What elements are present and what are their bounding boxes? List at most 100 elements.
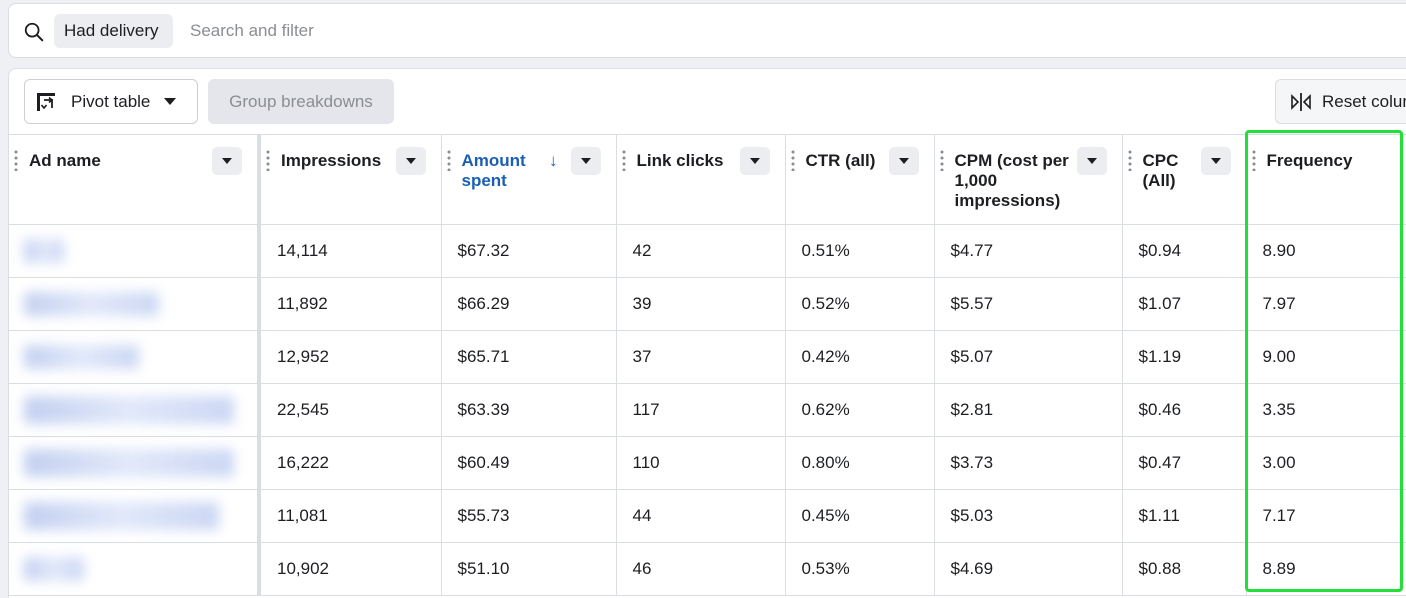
- column-header-amount-spent[interactable]: Amount spent ↓: [441, 134, 617, 225]
- column-label: Frequency: [1266, 151, 1353, 170]
- reset-columns-button[interactable]: Reset colum: [1275, 79, 1406, 124]
- ctr-cell: 0.62%: [785, 383, 935, 437]
- drag-handle-icon[interactable]: [621, 149, 626, 171]
- column-menu-button[interactable]: [739, 147, 770, 175]
- column-menu-button[interactable]: [888, 147, 919, 175]
- frequency-cell: 3.00: [1246, 436, 1406, 490]
- table-header-row: Ad name Impressions Amount spent ↓ Link: [9, 134, 1406, 225]
- cpm-cell: $4.77: [934, 224, 1123, 278]
- cpm-cell: $2.81: [934, 383, 1123, 437]
- frequency-cell: 7.17: [1246, 489, 1406, 543]
- cpc-cell: $0.94: [1122, 224, 1247, 278]
- amount-spent-cell: $60.49: [441, 436, 617, 490]
- amount-spent-cell: $65.71: [441, 330, 617, 384]
- impressions-cell: 10,902: [259, 542, 442, 596]
- cpc-cell: $1.07: [1122, 277, 1247, 331]
- column-menu-button[interactable]: [395, 147, 426, 175]
- search-input[interactable]: [190, 14, 890, 48]
- impressions-cell: 14,114: [259, 224, 442, 278]
- ad-name-cell-redacted[interactable]: [9, 277, 261, 331]
- link-clicks-cell: 110: [616, 436, 786, 490]
- impressions-cell: 11,892: [259, 277, 442, 331]
- ad-name-cell-redacted[interactable]: [9, 489, 261, 543]
- table-row[interactable]: 16,222 $60.49 110 0.80% $3.73 $0.47 3.00: [9, 436, 1406, 490]
- redacted-ad-name: [24, 345, 139, 369]
- sort-descending-icon[interactable]: ↓: [549, 151, 558, 171]
- column-label: Amount spent: [461, 151, 526, 190]
- ad-name-cell-redacted[interactable]: [9, 224, 261, 278]
- cpc-cell: $1.19: [1122, 330, 1247, 384]
- frequency-cell: 8.90: [1246, 224, 1406, 278]
- drag-handle-icon[interactable]: [14, 149, 18, 171]
- cpm-cell: $5.07: [934, 330, 1123, 384]
- table-row[interactable]: 14,114 $67.32 42 0.51% $4.77 $0.94 8.90: [9, 224, 1406, 278]
- search-icon[interactable]: [23, 21, 45, 43]
- column-header-link-clicks[interactable]: Link clicks: [616, 134, 786, 225]
- link-clicks-cell: 37: [616, 330, 786, 384]
- ctr-cell: 0.45%: [785, 489, 935, 543]
- column-header-ad-name[interactable]: Ad name: [9, 134, 261, 225]
- frequency-cell: 8.89: [1246, 542, 1406, 596]
- filter-chip-had-delivery[interactable]: Had delivery: [54, 14, 173, 48]
- link-clicks-cell: 46: [616, 542, 786, 596]
- table-row[interactable]: 11,892 $66.29 39 0.52% $5.57 $1.07 7.97: [9, 277, 1406, 331]
- ctr-cell: 0.53%: [785, 542, 935, 596]
- column-label: Ad name: [29, 151, 101, 170]
- column-menu-button[interactable]: [212, 147, 242, 175]
- search-bar: Had delivery: [8, 3, 1406, 58]
- ad-name-cell-redacted[interactable]: [9, 330, 261, 384]
- column-menu-button[interactable]: [1076, 147, 1107, 175]
- cpc-cell: $0.47: [1122, 436, 1247, 490]
- amount-spent-cell: $67.32: [441, 224, 617, 278]
- drag-handle-icon[interactable]: [1127, 149, 1132, 171]
- column-label: CPM (cost per 1,000 impressions): [954, 151, 1069, 210]
- column-label: Link clicks: [636, 151, 724, 170]
- reset-columns-icon: [1291, 92, 1311, 111]
- column-header-impressions[interactable]: Impressions: [259, 134, 442, 225]
- column-label: CPC (All): [1142, 151, 1179, 190]
- drag-handle-icon[interactable]: [266, 149, 270, 171]
- link-clicks-cell: 42: [616, 224, 786, 278]
- column-header-ctr[interactable]: CTR (all): [785, 134, 935, 225]
- redacted-ad-name: [24, 396, 234, 424]
- column-label: CTR (all): [805, 151, 876, 170]
- amount-spent-cell: $51.10: [441, 542, 617, 596]
- report-panel: Pivot table Group breakdowns Reset colum…: [8, 68, 1406, 598]
- redacted-ad-name: [24, 292, 159, 316]
- amount-spent-cell: $63.39: [441, 383, 617, 437]
- redacted-ad-name: [24, 449, 234, 477]
- ctr-cell: 0.51%: [785, 224, 935, 278]
- cpc-cell: $0.88: [1122, 542, 1247, 596]
- table-row[interactable]: 11,081 $55.73 44 0.45% $5.03 $1.11 7.17: [9, 489, 1406, 543]
- ad-name-cell-redacted[interactable]: [9, 542, 261, 596]
- cpm-cell: $3.73: [934, 436, 1123, 490]
- column-header-frequency[interactable]: Frequency: [1246, 134, 1406, 225]
- group-breakdowns-button[interactable]: Group breakdowns: [208, 79, 394, 124]
- column-header-cpm[interactable]: CPM (cost per 1,000 impressions): [934, 134, 1123, 225]
- pivot-table-button[interactable]: Pivot table: [24, 79, 198, 124]
- column-header-cpc[interactable]: CPC (All): [1122, 134, 1247, 225]
- drag-handle-icon[interactable]: [446, 149, 451, 171]
- amount-spent-cell: $66.29: [441, 277, 617, 331]
- ad-name-cell-redacted[interactable]: [9, 436, 261, 490]
- drag-handle-icon[interactable]: [1251, 149, 1256, 171]
- impressions-cell: 22,545: [259, 383, 442, 437]
- redacted-ad-name: [24, 557, 84, 581]
- pivot-table-icon: [37, 92, 55, 111]
- reset-columns-label: Reset colum: [1322, 91, 1406, 111]
- ctr-cell: 0.42%: [785, 330, 935, 384]
- column-menu-button[interactable]: [570, 147, 601, 175]
- table-row[interactable]: 12,952 $65.71 37 0.42% $5.07 $1.19 9.00: [9, 330, 1406, 384]
- ad-name-cell-redacted[interactable]: [9, 383, 261, 437]
- cpc-cell: $0.46: [1122, 383, 1247, 437]
- cpm-cell: $5.57: [934, 277, 1123, 331]
- redacted-ad-name: [24, 502, 219, 530]
- cpc-cell: $1.11: [1122, 489, 1247, 543]
- column-menu-button[interactable]: [1200, 147, 1231, 175]
- table-row[interactable]: 10,902 $51.10 46 0.53% $4.69 $0.88 8.89: [9, 542, 1406, 596]
- ctr-cell: 0.80%: [785, 436, 935, 490]
- drag-handle-icon[interactable]: [790, 149, 795, 171]
- drag-handle-icon[interactable]: [939, 149, 944, 171]
- frequency-cell: 7.97: [1246, 277, 1406, 331]
- table-row[interactable]: 22,545 $63.39 117 0.62% $2.81 $0.46 3.35: [9, 383, 1406, 437]
